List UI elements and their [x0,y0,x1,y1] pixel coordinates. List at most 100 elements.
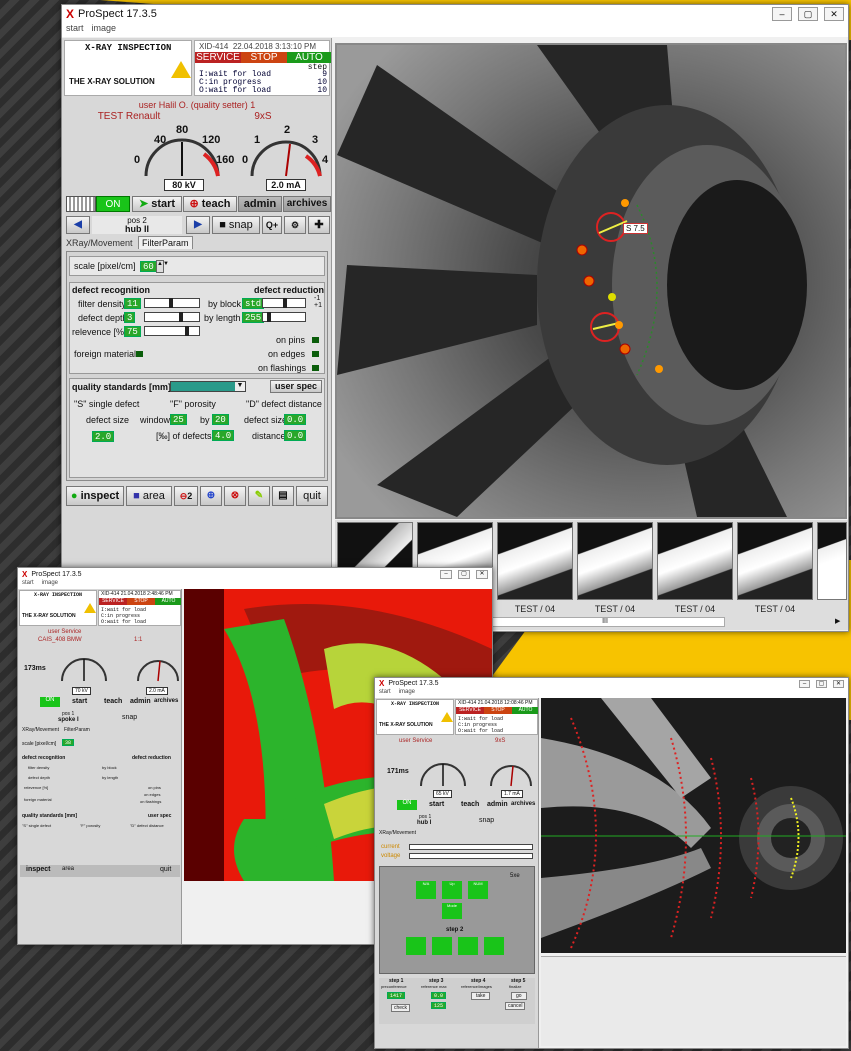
area-button[interactable]: ■ area [126,486,172,506]
admin-button-3[interactable]: admin [487,801,508,808]
zoom-in-button[interactable]: Q+ [262,216,282,234]
xray-image-main[interactable]: S 7.5 [335,43,847,519]
by-length-slider[interactable] [262,312,306,322]
close-button-2[interactable]: ✕ [476,569,488,579]
scale-input[interactable]: 60 [140,261,157,272]
relevance-value[interactable]: 75 [124,326,141,337]
maximize-button[interactable]: ▢ [798,7,818,21]
menu-start-2[interactable]: start [22,580,34,589]
step2-btn-4[interactable] [484,937,504,955]
maximize-button-2[interactable]: ▢ [458,569,470,579]
thumbnail-6[interactable] [817,522,847,600]
menu-image-3[interactable]: image [399,689,415,698]
archives-button[interactable]: archives [283,196,331,212]
delete-button[interactable]: ⊗ [224,486,246,506]
minimize-button-2[interactable]: – [440,569,452,579]
xray-image-calibration[interactable] [541,698,846,953]
teach-button-3[interactable]: teach [461,801,479,808]
voltage-slider-3[interactable] [409,853,533,859]
foreign-material-indicator[interactable] [136,351,143,357]
distance-value[interactable]: 0.0 [284,430,307,441]
val1-3[interactable]: 1417 [387,992,406,999]
settings-button[interactable]: ⚙ [284,216,306,234]
quit-button-2[interactable]: quit [160,866,171,873]
tab-xray-movement[interactable]: XRay/Movement [66,238,133,248]
of-defects-value[interactable]: 4.0 [212,430,235,441]
tab-filter-2[interactable]: FilterParam [64,727,90,733]
thumbnail-4[interactable] [657,522,733,600]
step2-btn-3[interactable] [458,937,478,955]
by-value[interactable]: 20 [212,414,229,425]
step2-btn-1[interactable] [406,937,426,955]
on-button[interactable]: ON [96,196,130,212]
move-btn-3[interactable]: NUM [468,881,488,899]
archives-button-2[interactable]: archives [154,698,178,704]
menu-start-3[interactable]: start [379,689,391,698]
on-pins-indicator[interactable] [312,337,319,343]
user-spec-2[interactable]: user spec [148,813,171,819]
menu-start[interactable]: start [66,23,84,37]
tab-xray-3[interactable]: XRay/Movement [379,830,416,836]
defect-depth-slider[interactable] [144,312,200,322]
teach-button[interactable]: ⊕ teach [183,196,237,212]
take-button-3[interactable]: take [471,992,491,1000]
d-defect-size-value[interactable]: 0.0 [284,414,307,425]
scale-value-2[interactable]: 38 [62,739,75,746]
move-btn-1[interactable]: N/A [416,881,436,899]
start-button-2[interactable]: start [72,698,87,705]
power-toggle[interactable] [66,196,96,212]
start-button[interactable]: ➤ start [132,196,182,212]
on-edges-indicator[interactable] [312,351,319,357]
thumbnail-scrollbar[interactable]: III [485,617,725,627]
step2-btn-2[interactable] [432,937,452,955]
thumbnail-3[interactable] [577,522,653,600]
thumbnail-2[interactable] [497,522,573,600]
by-block-slider[interactable] [262,298,306,308]
z-button[interactable]: ⊖2 [174,486,198,506]
crosshair-button[interactable]: ✚ [308,216,330,234]
quit-button[interactable]: quit [296,486,328,506]
tab-xray-2[interactable]: XRay/Movement [22,727,59,733]
admin-button-2[interactable]: admin [130,698,151,705]
quality-dropdown[interactable]: ▼ [170,381,246,392]
defect-depth-value[interactable]: 3 [124,312,136,323]
val2-3[interactable]: 0.0 [431,992,447,999]
scroll-right-icon[interactable]: ▶ [835,617,840,625]
next-pos-button[interactable]: ▶ [186,216,210,234]
by-block-value[interactable]: std [242,298,265,309]
filter-density-value[interactable]: 11 [124,298,141,309]
snap-button[interactable]: ■ snap [212,216,260,234]
brush-button[interactable]: ✎ [248,486,270,506]
cancel-button-3[interactable]: cancel [505,1002,526,1010]
relevance-slider[interactable] [144,326,200,336]
prev-pos-button[interactable]: ◀ [66,216,90,234]
snap-button-2[interactable]: snap [122,714,137,721]
on-button-2[interactable]: ON [40,697,60,707]
user-spec-button[interactable]: user spec [270,380,322,393]
teach-button-2[interactable]: teach [104,698,122,705]
inspect-button[interactable]: ● inspect [66,486,124,506]
maximize-button-3[interactable]: ▢ [816,679,827,688]
close-button[interactable]: ✕ [824,7,844,21]
archives-button-3[interactable]: archives [511,801,535,807]
snap-button-3[interactable]: snap [479,817,494,824]
minimize-button-3[interactable]: – [799,679,810,688]
move-btn-4[interactable]: Mode [442,903,462,919]
s-defect-size-value[interactable]: 2.0 [92,431,115,442]
area-button-2[interactable]: area [62,866,74,872]
check-button-3[interactable]: check [391,1004,411,1012]
minimize-button[interactable]: – [772,7,792,21]
current-slider-3[interactable] [409,844,533,850]
val3-3[interactable]: 125 [431,1002,447,1009]
go-button-3[interactable]: go [511,992,527,1000]
tab-filterparam[interactable]: FilterParam [138,236,193,249]
on-flashings-indicator[interactable] [312,365,319,371]
start-button-3[interactable]: start [429,801,444,808]
menu-image[interactable]: image [92,23,117,37]
scale-spinner[interactable]: ▲▼ [156,260,169,273]
thumbnail-5[interactable] [737,522,813,600]
close-button-3[interactable]: ✕ [833,679,844,688]
filter-density-slider[interactable] [144,298,200,308]
on-button-3[interactable]: ON [397,800,417,810]
window-value[interactable]: 25 [170,414,187,425]
